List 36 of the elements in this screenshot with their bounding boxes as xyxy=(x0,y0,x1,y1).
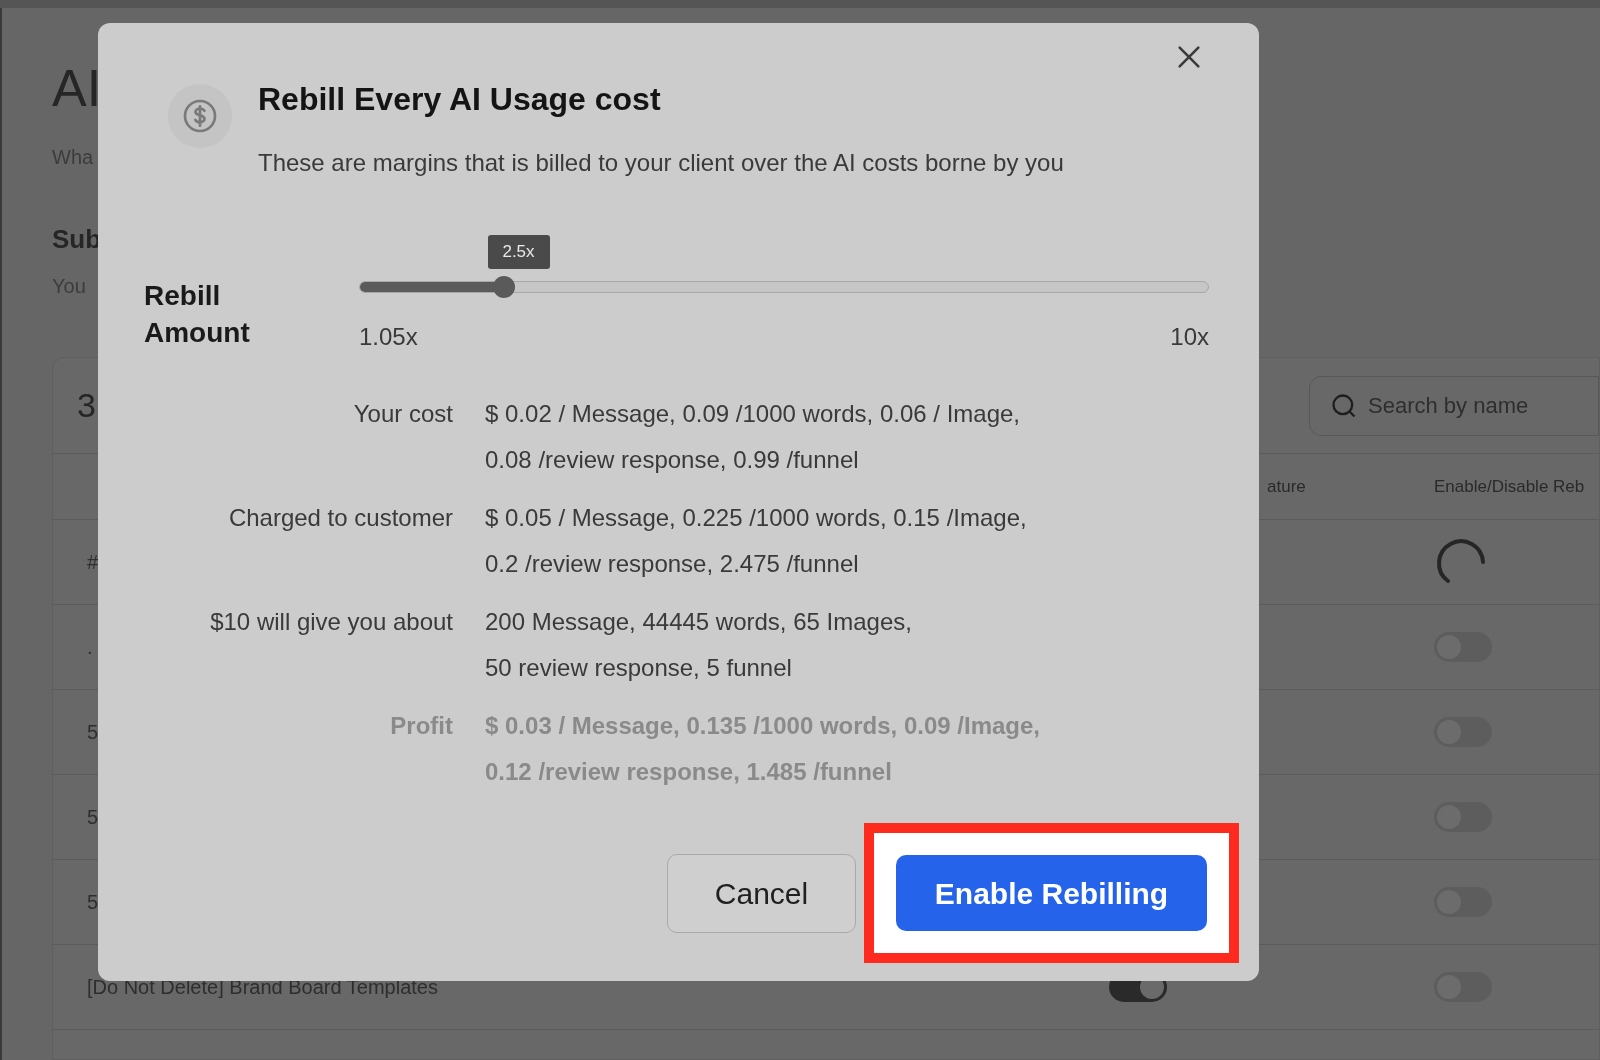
dialog-title: Rebill Every AI Usage cost xyxy=(258,80,661,119)
detail-label: $10 will give you about xyxy=(210,607,453,637)
column-header: ature xyxy=(1267,476,1306,496)
column-header: Enable/Disable Reb xyxy=(1434,476,1585,496)
page-title: AI xyxy=(52,58,102,119)
search-icon xyxy=(1330,391,1358,420)
detail-value: 50 review response, 5 funnel xyxy=(485,653,792,683)
detail-value: 200 Message, 44445 words, 65 Images, xyxy=(485,607,912,637)
record-count: 3 xyxy=(77,385,96,426)
detail-value: $ 0.02 / Message, 0.09 /1000 words, 0.06 / Image, xyxy=(485,399,1020,429)
slider-tooltip: 2.5x xyxy=(487,235,550,269)
detail-label: Your cost xyxy=(353,399,453,429)
row-name: 5 xyxy=(87,891,99,913)
detail-value: $ 0.05 / Message, 0.225 /1000 words, 0.15 /Image, xyxy=(485,503,1027,533)
row-name: 5 xyxy=(87,721,99,743)
slider-track[interactable] xyxy=(359,281,1209,293)
close-icon xyxy=(1175,43,1203,71)
dialog-description: These are margins that is billed to your client over the AI costs borne by you xyxy=(258,148,1064,178)
row-name: 5 xyxy=(87,806,99,828)
detail-value: 0.12 /review response, 1.485 /funnel xyxy=(485,757,892,787)
slider-min-label: 1.05x xyxy=(359,322,418,352)
enable-rebilling-button[interactable]: Enable Rebilling xyxy=(896,855,1207,931)
detail-value: 0.08 /review response, 0.99 /funnel xyxy=(485,445,859,475)
detail-label: Charged to customer xyxy=(228,503,453,533)
slider-label: Rebill Amount xyxy=(144,279,251,350)
row-name: . xyxy=(87,636,93,658)
section-title: Sub xyxy=(52,223,102,256)
slider-max-label: 10x xyxy=(1170,322,1209,352)
row-name: # xyxy=(87,551,99,573)
slider-thumb[interactable] xyxy=(492,276,515,298)
detail-value: 0.2 /review response, 2.475 /funnel xyxy=(485,549,859,579)
detail-label: Profit xyxy=(390,711,453,741)
cancel-button[interactable]: Cancel xyxy=(667,853,856,933)
search-input[interactable]: Search by name xyxy=(1368,389,1588,422)
detail-value: $ 0.03 / Message, 0.135 /1000 words, 0.09 /Image, xyxy=(485,711,1040,741)
search-field[interactable]: Search by name xyxy=(1309,375,1599,436)
